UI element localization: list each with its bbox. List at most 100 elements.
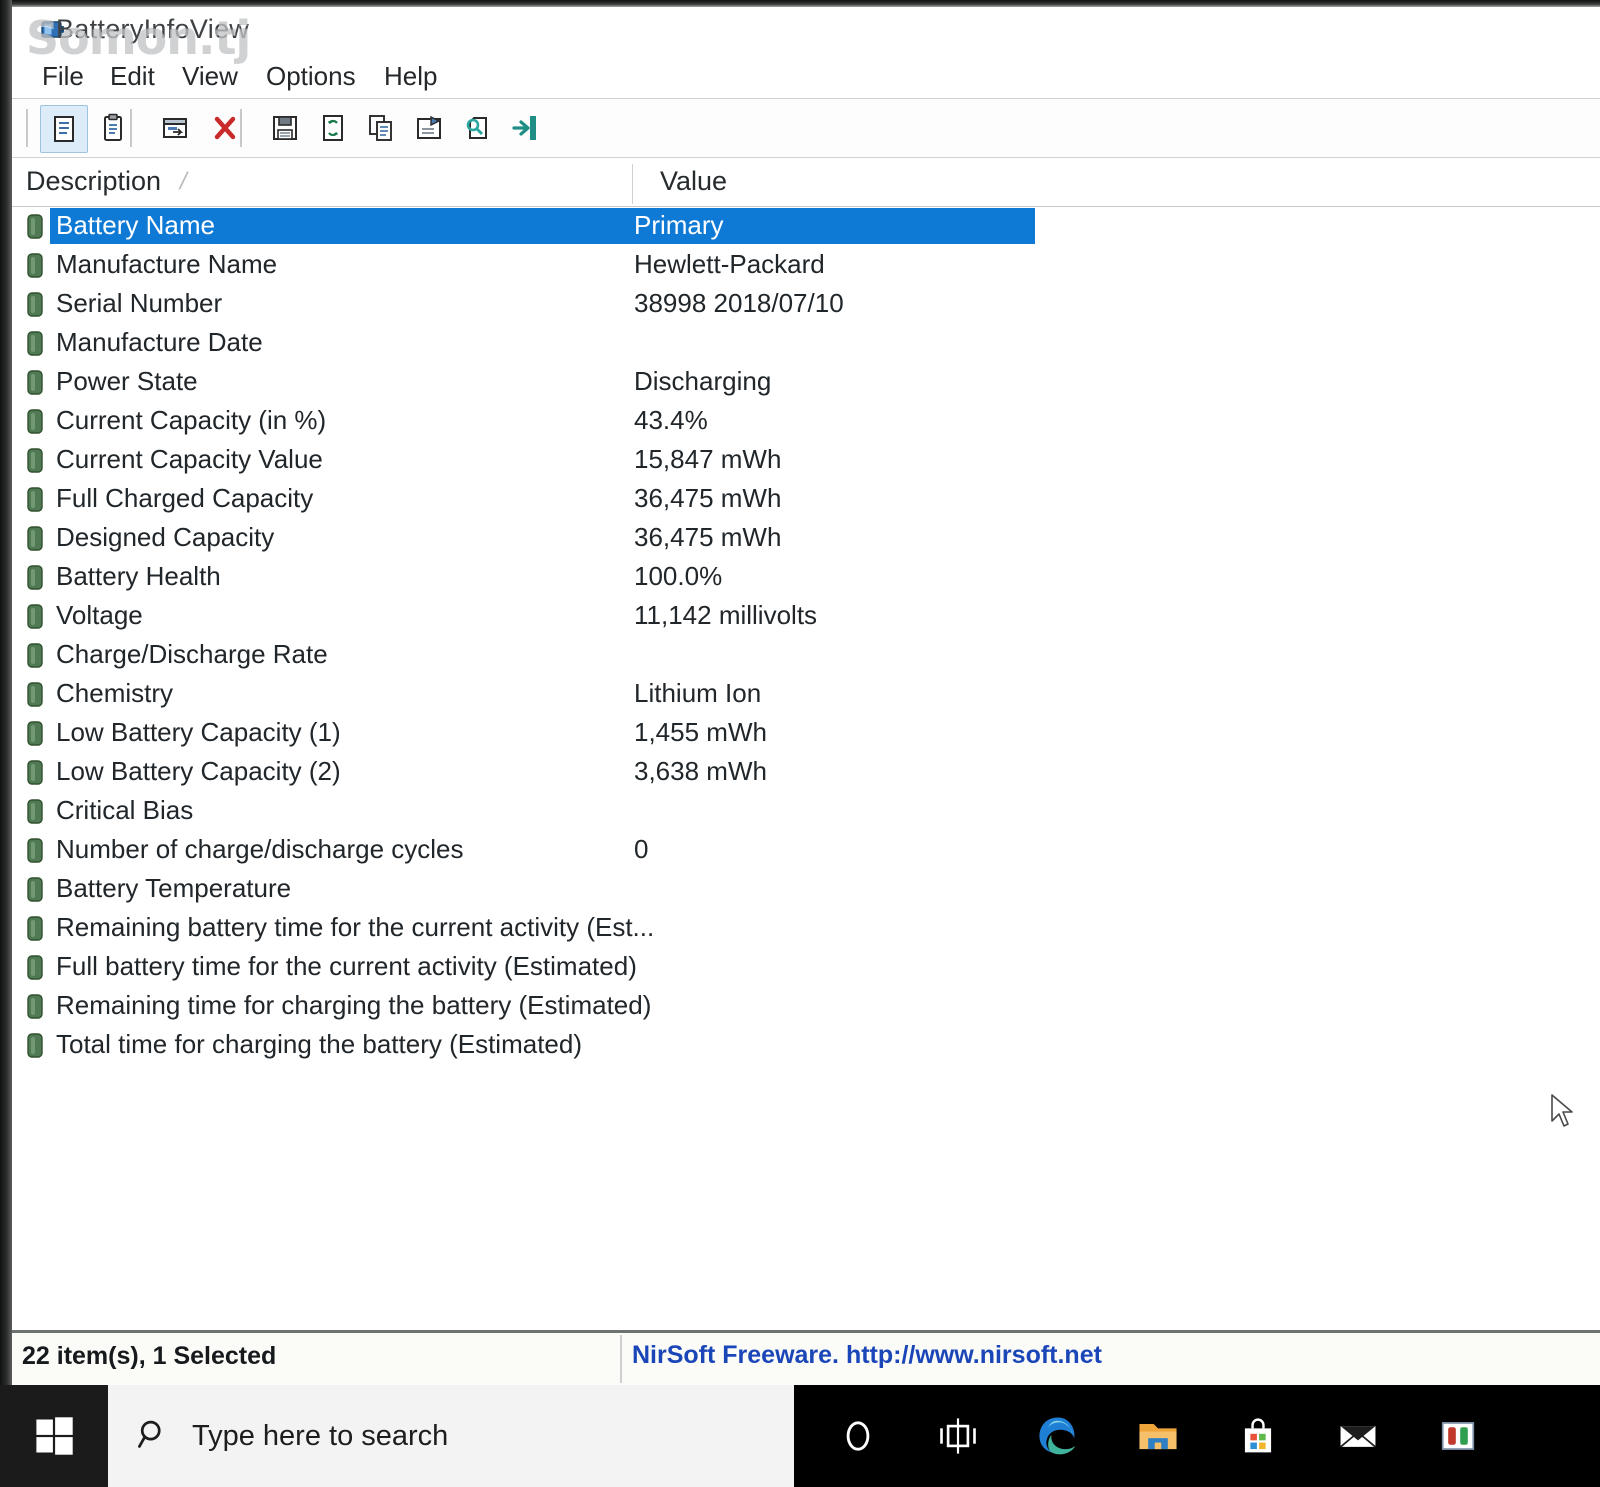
table-row[interactable]: Number of charge/discharge cycles 0 <box>12 831 1600 870</box>
table-row[interactable]: Designed Capacity 36,475 mWh <box>12 519 1600 558</box>
row-description: Total time for charging the battery (Est… <box>56 1029 583 1059</box>
battery-icon <box>27 643 43 668</box>
table-row[interactable]: Current Capacity (in %) 43.4% <box>12 402 1600 441</box>
table-row[interactable]: Full battery time for the current activi… <box>12 948 1600 987</box>
monitor-bezel-top <box>0 0 1600 7</box>
refresh-button[interactable] <box>310 105 356 151</box>
menu-bar: File Edit View Options Help <box>12 53 1600 99</box>
column-divider[interactable] <box>632 164 633 204</box>
table-row[interactable]: Manufacture Date <box>12 324 1600 363</box>
row-description: Manufacture Name <box>56 249 278 279</box>
floppy-disk-icon <box>273 116 297 140</box>
row-description: Full Charged Capacity <box>56 483 314 513</box>
table-row[interactable]: Low Battery Capacity (2) 3,638 mWh <box>12 753 1600 792</box>
html-report-button[interactable] <box>406 105 452 151</box>
save-button[interactable] <box>262 105 308 151</box>
table-row[interactable]: Battery Temperature <box>12 870 1600 909</box>
row-value: 43.4% <box>634 405 708 435</box>
battery-icon <box>27 214 43 239</box>
cortana-icon[interactable] <box>808 1385 908 1487</box>
row-description: Charge/Discharge Rate <box>56 639 328 669</box>
row-description: Battery Temperature <box>56 873 292 903</box>
menu-help[interactable]: Help <box>380 59 441 94</box>
table-row[interactable]: Remaining time for charging the battery … <box>12 987 1600 1026</box>
window-properties-button[interactable] <box>152 105 198 151</box>
screen: BatteryInfoView Somon.tj File Edit View … <box>0 0 1600 1487</box>
status-nirsoft-link[interactable]: NirSoft Freeware. http://www.nirsoft.net <box>632 1341 1102 1370</box>
toolbar <box>12 99 1600 158</box>
microsoft-edge-icon[interactable] <box>1008 1385 1108 1487</box>
property-list[interactable]: Battery Name Primary Manufacture Name Hewle… <box>12 207 1600 1379</box>
row-description: Current Capacity (in %) <box>56 405 327 435</box>
menu-view[interactable]: View <box>178 59 242 94</box>
table-row[interactable]: Low Battery Capacity (1) 1,455 mWh <box>12 714 1600 753</box>
document-icon <box>54 116 74 142</box>
row-description: Low Battery Capacity (1) <box>56 717 341 747</box>
row-value: 3,638 mWh <box>634 756 767 786</box>
column-header-value[interactable]: Value <box>660 166 727 197</box>
row-description: Full battery time for the current activi… <box>56 951 637 981</box>
table-row[interactable]: Critical Bias <box>12 792 1600 831</box>
row-value: 11,142 millivolts <box>634 600 818 630</box>
copy-button[interactable] <box>358 105 404 151</box>
battery-icon <box>27 994 43 1019</box>
report-icon <box>417 115 441 139</box>
windows-taskbar: Type here to search <box>0 1385 1600 1487</box>
table-row[interactable]: Power State Discharging <box>12 363 1600 402</box>
table-row[interactable]: Battery Name Primary <box>12 207 1600 246</box>
table-row[interactable]: Chemistry Lithium Ion <box>12 675 1600 714</box>
battery-icon <box>27 487 43 512</box>
microsoft-store-icon[interactable] <box>1208 1385 1308 1487</box>
row-description: Number of charge/discharge cycles <box>56 834 464 864</box>
row-value: Discharging <box>634 366 772 396</box>
windows-logo-icon <box>36 1417 73 1455</box>
row-description: Low Battery Capacity (2) <box>56 756 341 786</box>
status-bar: 22 item(s), 1 Selected NirSoft Freeware.… <box>12 1330 1600 1385</box>
row-value: Hewlett-Packard <box>634 249 825 279</box>
battery-icon <box>27 331 43 356</box>
row-value: 36,475 mWh <box>634 483 782 513</box>
status-divider <box>620 1335 622 1383</box>
search-icon <box>136 1417 170 1456</box>
properties-view-button[interactable] <box>40 105 88 153</box>
row-value: Lithium Ion <box>634 678 762 708</box>
battery-icon <box>27 448 43 473</box>
menu-options[interactable]: Options <box>262 59 360 94</box>
table-row[interactable]: Serial Number 38998 2018/07/10 <box>12 285 1600 324</box>
battery-icon <box>27 916 43 941</box>
table-row[interactable]: Current Capacity Value 15,847 mWh <box>12 441 1600 480</box>
battery-icon <box>27 838 43 863</box>
taskbar-search-box[interactable]: Type here to search <box>108 1385 794 1487</box>
table-row[interactable]: Remaining battery time for the current a… <box>12 909 1600 948</box>
mail-icon[interactable] <box>1308 1385 1408 1487</box>
table-row[interactable]: Manufacture Name Hewlett-Packard <box>12 246 1600 285</box>
batteryinfoview-window: BatteryInfoView Somon.tj File Edit View … <box>12 7 1600 1385</box>
toolbar-separator <box>26 109 28 147</box>
red-x-icon <box>214 116 236 140</box>
task-view-icon[interactable] <box>908 1385 1008 1487</box>
column-header-description[interactable]: Description <box>26 166 161 197</box>
toolbar-separator <box>240 109 242 147</box>
row-value: 100.0% <box>634 561 723 591</box>
batteryinfoview-taskbar-icon[interactable] <box>1408 1385 1508 1487</box>
table-row[interactable]: Battery Health 100.0% <box>12 558 1600 597</box>
table-row[interactable]: Total time for charging the battery (Est… <box>12 1026 1600 1065</box>
sort-indicator-icon: / <box>177 168 190 195</box>
table-row[interactable]: Voltage 11,142 millivolts <box>12 597 1600 636</box>
menu-file[interactable]: File <box>38 59 88 94</box>
battery-icon <box>27 253 43 278</box>
table-row[interactable]: Full Charged Capacity 36,475 mWh <box>12 480 1600 519</box>
battery-icon <box>27 721 43 746</box>
start-button[interactable] <box>0 1385 108 1487</box>
find-button[interactable] <box>454 105 500 151</box>
status-item-count: 22 item(s), 1 Selected <box>22 1342 277 1370</box>
row-description: Remaining time for charging the battery … <box>56 990 652 1020</box>
table-row[interactable]: Charge/Discharge Rate <box>12 636 1600 675</box>
exit-button[interactable] <box>502 105 548 151</box>
battery-icon <box>27 760 43 785</box>
row-description: Voltage <box>56 600 143 630</box>
row-description: Current Capacity Value <box>56 444 323 474</box>
menu-edit[interactable]: Edit <box>106 59 159 94</box>
battery-icon <box>27 955 43 980</box>
file-explorer-icon[interactable] <box>1108 1385 1208 1487</box>
